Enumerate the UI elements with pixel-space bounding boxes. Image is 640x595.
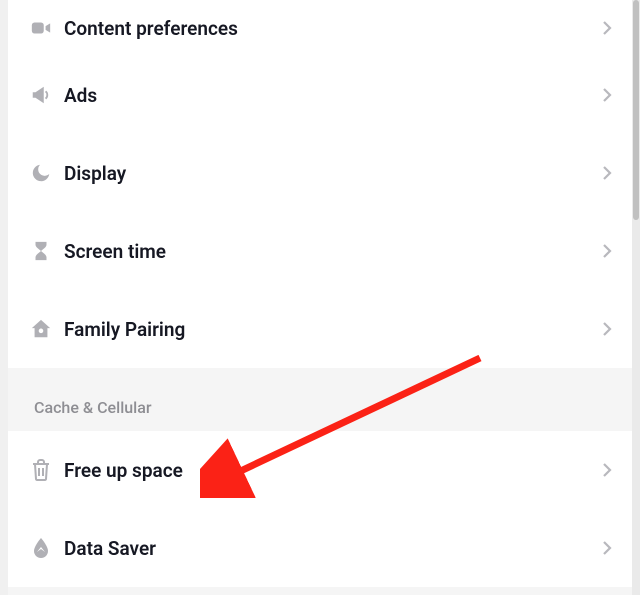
row-label: Data Saver xyxy=(60,537,592,560)
drop-icon xyxy=(22,537,60,559)
row-content-preferences[interactable]: Content preferences xyxy=(8,0,632,56)
row-label: Display xyxy=(60,162,592,185)
row-label: Content preferences xyxy=(60,17,592,40)
home-icon xyxy=(22,318,60,340)
chevron-right-icon xyxy=(592,321,612,337)
row-family-pairing[interactable]: Family Pairing xyxy=(8,290,632,368)
settings-section-cache: Free up space Data Saver xyxy=(8,431,632,587)
video-camera-icon xyxy=(22,17,60,39)
row-label: Screen time xyxy=(60,240,592,263)
chevron-right-icon xyxy=(592,243,612,259)
row-free-up-space[interactable]: Free up space xyxy=(8,431,632,509)
moon-icon xyxy=(22,162,60,184)
scrollbar-track[interactable] xyxy=(632,0,640,595)
row-screen-time[interactable]: Screen time xyxy=(8,212,632,290)
row-ads[interactable]: Ads xyxy=(8,56,632,134)
row-data-saver[interactable]: Data Saver xyxy=(8,509,632,587)
row-label: Free up space xyxy=(60,459,592,482)
chevron-right-icon xyxy=(592,87,612,103)
row-label: Family Pairing xyxy=(60,318,592,341)
chevron-right-icon xyxy=(592,165,612,181)
section-header-cache-cellular: Cache & Cellular xyxy=(8,368,632,431)
hourglass-icon xyxy=(22,240,60,262)
chevron-right-icon xyxy=(592,540,612,556)
megaphone-icon xyxy=(22,84,60,106)
trash-icon xyxy=(22,459,60,481)
chevron-right-icon xyxy=(592,20,612,36)
scrollbar-thumb[interactable] xyxy=(633,0,639,220)
row-display[interactable]: Display xyxy=(8,134,632,212)
chevron-right-icon xyxy=(592,462,612,478)
settings-section-main: Content preferences Ads xyxy=(8,0,632,368)
row-label: Ads xyxy=(60,84,592,107)
